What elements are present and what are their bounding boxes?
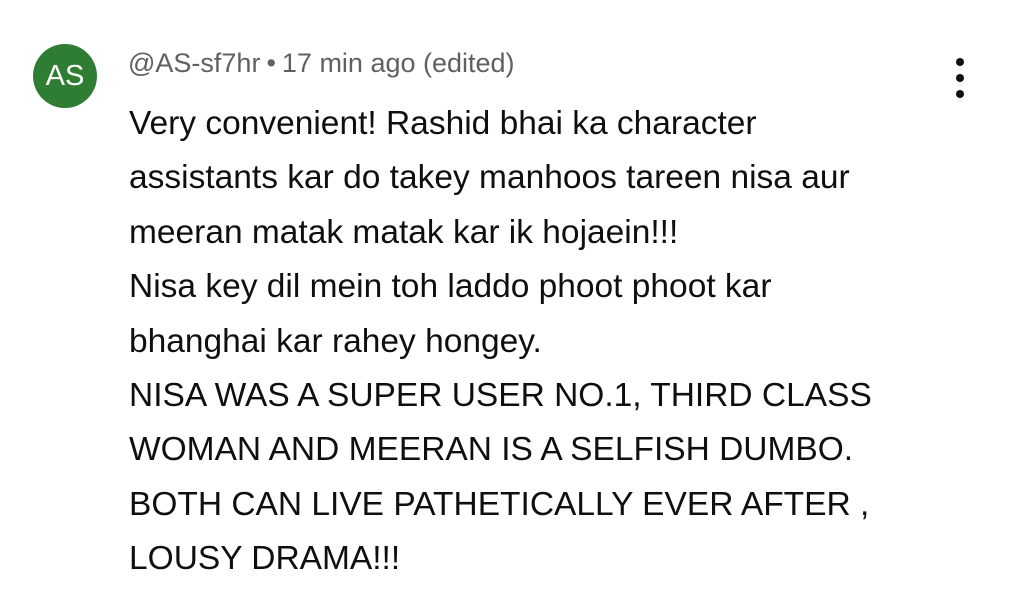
comment-header: @AS-sf7hr • 17 min ago (edited): [128, 48, 515, 79]
comment-line: Very convenient! Rashid bhai ka characte…: [129, 105, 757, 142]
menu-dot: [956, 58, 964, 66]
comment-body: Very convenient! Rashid bhai ka characte…: [129, 97, 969, 587]
comment-timestamp[interactable]: 17 min ago (edited): [282, 48, 515, 78]
menu-dot: [956, 74, 964, 82]
meta-separator: •: [266, 48, 276, 78]
comment-line: Nisa key dil mein toh laddo phoot phoot …: [129, 268, 772, 306]
more-vertical-icon[interactable]: [940, 56, 980, 100]
author-handle[interactable]: @AS-sf7hr: [128, 48, 260, 78]
avatar-initials: AS: [45, 59, 85, 92]
comment-card: AS @AS-sf7hr • 17 min ago (edited) Very co…: [0, 0, 1024, 597]
comment-line: meeran matak matak kar ik hojaein!!!: [129, 213, 679, 251]
avatar[interactable]: AS: [33, 44, 97, 108]
comment-line: bhanghai kar rahey hongey.: [129, 322, 542, 360]
comment-line: BOTH CAN LIVE PATHETICALLY EVER AFTER ,: [129, 485, 870, 523]
comment-line: assistants kar do takey manhoos tareen n…: [129, 159, 850, 197]
menu-dot: [956, 90, 964, 98]
comment-line: NISA WAS A SUPER USER NO.1, THIRD CLASS: [129, 377, 872, 415]
comment-line: LOUSY DRAMA!!!: [129, 540, 401, 578]
comment-line: WOMAN AND MEERAN IS A SELFISH DUMBO.: [129, 431, 854, 469]
